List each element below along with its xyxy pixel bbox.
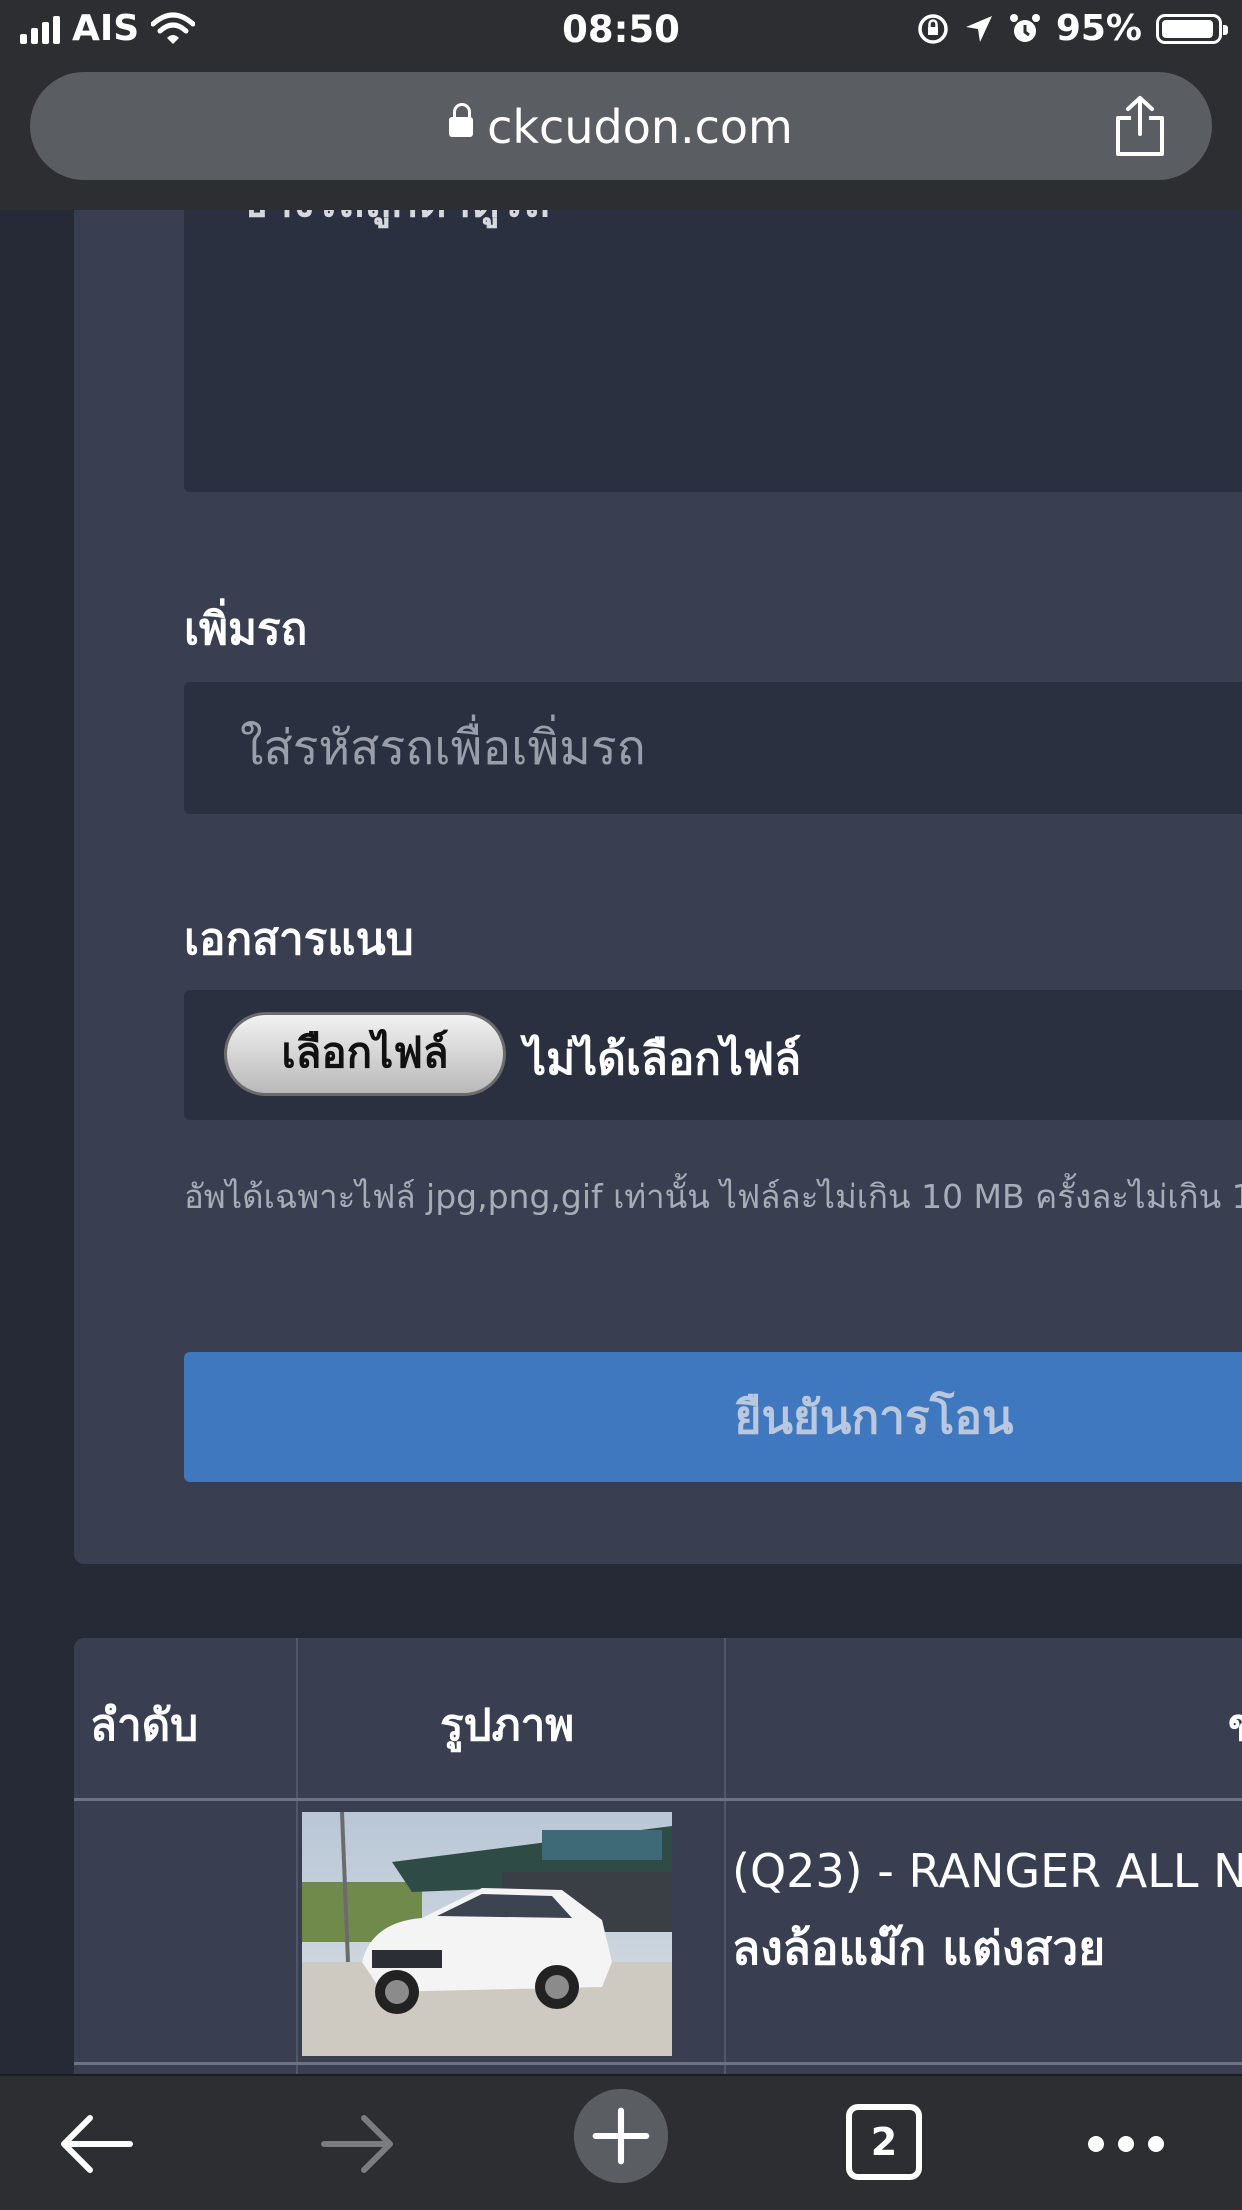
domain-text: ckcudon.com [487,100,793,154]
browser-toolbar: 2 [0,2074,1242,2210]
share-icon[interactable] [1110,94,1170,158]
confirm-transfer-button[interactable]: ยืนยันการโอน [184,1352,1242,1482]
add-car-label: เพิ่มรถ [184,604,308,655]
notes-textarea[interactable]: ข้างรถถูกต้าดูรถ [184,210,1242,492]
col-divider [724,1638,726,2074]
car-photo-image [302,1812,672,2056]
lock-icon [449,102,474,137]
upload-help-text: อัพได้เฉพาะไฟล์ jpg,png,gif เท่านั้น ไฟล… [184,1177,1242,1216]
car-title[interactable]: (Q23) - RANGER ALL NE [732,1844,1242,1898]
rotation-lock-icon [918,13,948,44]
car-table: ลำดับ รูปภาพ ข [74,1638,1242,2074]
transfer-form-card: ข้างรถถูกต้าดูรถ เพิ่มรถ เอกสารแนบ เลือก… [74,210,1242,1564]
browser-address-area: ckcudon.com [0,62,1242,212]
header-detail: ข [1228,1690,1242,1760]
status-bar: AIS 08:50 95% [0,0,1242,62]
back-arrow-icon[interactable] [54,2096,138,2192]
col-divider [296,1638,298,2074]
battery-icon [1156,13,1228,44]
status-right: 95% [916,8,1228,49]
forward-arrow-icon[interactable] [316,2096,400,2192]
header-image: รูปภาพ [440,1700,575,1751]
address-bar[interactable]: ckcudon.com [30,72,1212,180]
battery-fill [1162,19,1214,38]
battery-percent: 95% [1055,8,1142,49]
header-order: ลำดับ [90,1700,199,1751]
attachment-label: เอกสารแนบ [184,914,414,965]
choose-file-button[interactable]: เลือกไฟล์ [224,1012,506,1096]
more-icon[interactable] [1084,2096,1168,2192]
add-car-input-wrap [184,682,1242,814]
add-car-input[interactable] [184,682,1242,814]
row-divider [74,2062,1242,2065]
notes-text: ข้างรถถูกต้าดูรถ [238,210,550,236]
page-content: ข้างรถถูกต้าดูรถ เพิ่มรถ เอกสารแนบ เลือก… [0,210,1242,2074]
alarm-icon [1009,13,1040,42]
no-file-status: ไม่ได้เลือกไฟล์ [524,1034,802,1085]
address-domain: ckcudon.com [30,100,1212,154]
location-icon [965,15,992,42]
car-subtitle: ลงล้อแม๊ก แต่งสวย [732,1921,1106,1975]
tabs-icon[interactable]: 2 [846,2104,922,2180]
file-upload-field: เลือกไฟล์ ไม่ได้เลือกไฟล์ [184,990,1242,1120]
car-thumbnail[interactable] [302,1812,672,2056]
new-tab-plus-icon[interactable] [566,2088,676,2184]
header-divider [74,1798,1242,1801]
